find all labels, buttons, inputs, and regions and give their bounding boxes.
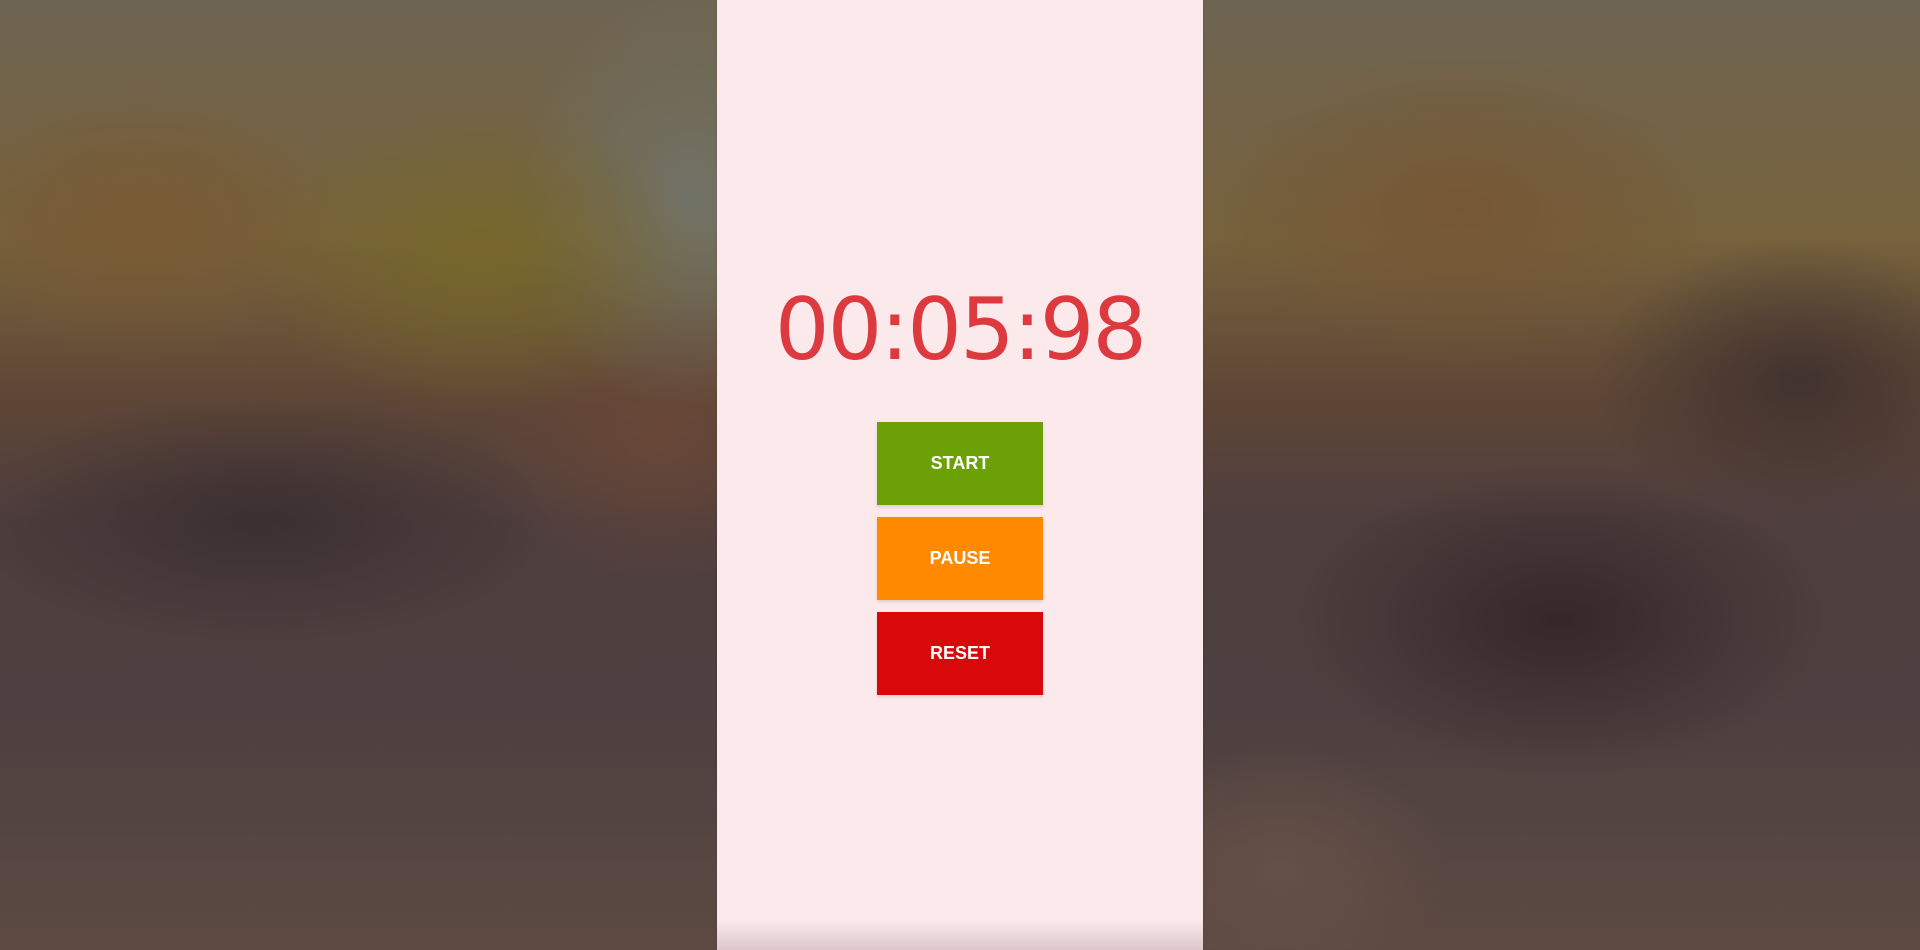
stopwatch-display: 00:05:98 <box>774 280 1147 380</box>
start-button[interactable]: START <box>877 422 1043 505</box>
pause-button-label: PAUSE <box>929 548 991 568</box>
start-button-label: START <box>930 453 990 473</box>
reset-button[interactable]: RESET <box>877 612 1043 695</box>
stopwatch-panel: 00:05:98 START PAUSE RESET <box>717 0 1203 950</box>
pause-button[interactable]: PAUSE <box>877 517 1043 600</box>
reset-button-label: RESET <box>929 643 990 663</box>
